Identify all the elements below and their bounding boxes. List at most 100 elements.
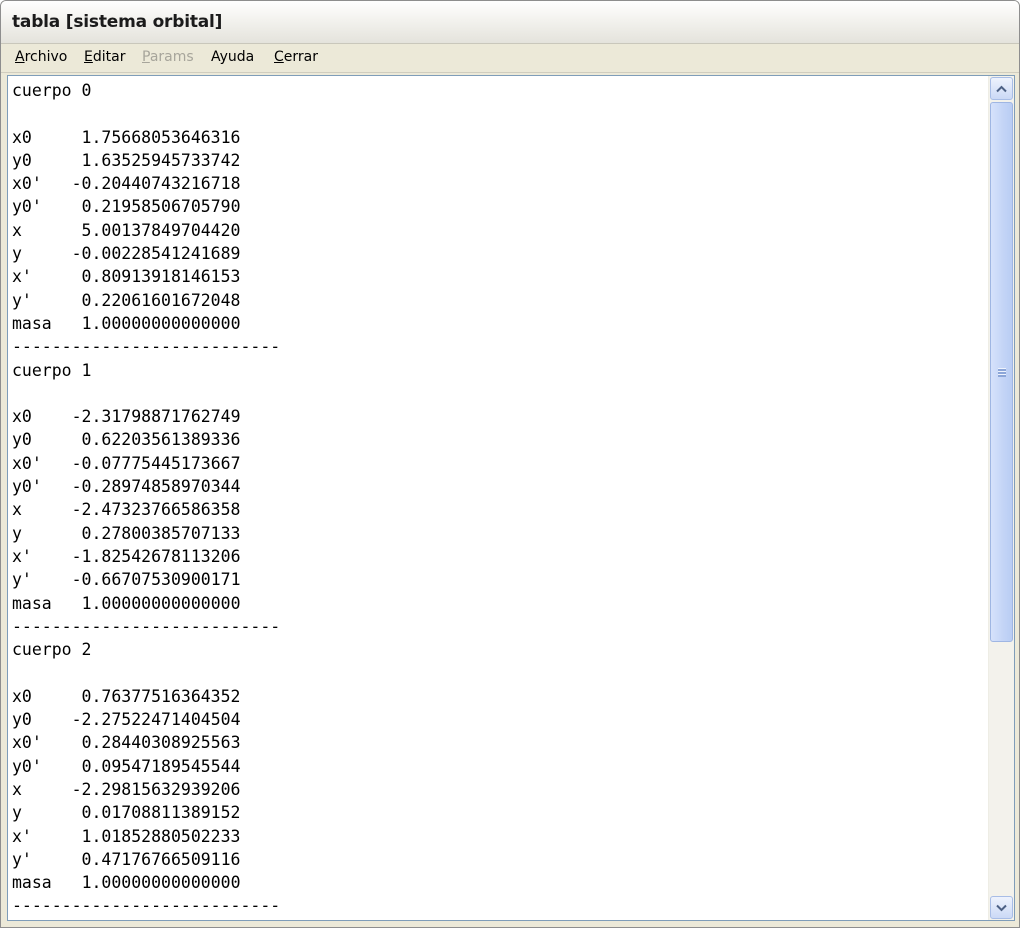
row-value: -0.28974858970344 [71,477,241,497]
value-row: masa 1.00000000000000 [12,314,241,333]
value-row: y 0.01708811389152 [12,803,241,822]
menu-ayuda[interactable]: Ayuda [211,49,254,65]
row-label: x [12,220,22,240]
row-value: 1.00000000000000 [81,593,241,613]
row-value: -0.00228541241689 [71,244,241,264]
separator: --------------------------- [12,337,281,357]
value-row: y0' 0.21958506705790 [12,197,241,216]
value-row: y' 0.22061601672048 [12,291,241,310]
value-row: x0 0.76377516364352 [12,687,241,706]
row-label: y0' [12,756,42,776]
row-label: y' [12,290,32,310]
row-value: 0.22061601672048 [81,290,241,310]
row-label: x [12,779,22,799]
value-row: masa 1.00000000000000 [12,594,241,613]
row-label: masa [12,313,52,333]
arrow-down-icon [996,904,1007,911]
value-row: x0 1.75668053646316 [12,128,241,147]
row-label: x0' [12,174,42,194]
menu-params-label: arams [149,49,194,65]
menu-params-accel: P [142,49,150,65]
window-title: tabla [sistema orbital] [12,12,223,32]
value-row: x0' 0.28440308925563 [12,733,241,752]
scroll-thumb[interactable] [990,102,1013,642]
value-row: x -2.47323766586358 [12,500,241,519]
row-value: -0.07775445173667 [71,453,241,473]
row-label: x0 [12,686,32,706]
row-label: x0 [12,127,32,147]
menu-archivo-accel: A [15,49,25,65]
body-header: cuerpo 0 [12,81,92,100]
menu-bar: Archivo Editar Params Ayuda Cerrar [1,44,1019,73]
menu-archivo[interactable]: Archivo [15,49,67,65]
value-row: y' 0.47176766509116 [12,850,241,869]
row-value: 0.01708811389152 [81,803,241,823]
body-header: cuerpo 1 [12,360,92,380]
row-value: 0.47176766509116 [81,849,241,869]
row-value: 1.63525945733742 [81,150,241,170]
menu-cerrar-label: errar [283,49,318,65]
row-value: 5.00137849704420 [81,220,241,240]
row-value: 0.76377516364352 [81,686,241,706]
menu-cerrar-accel: C [274,49,284,65]
arrow-up-icon [996,85,1007,92]
value-row: x0 -2.31798871762749 [12,407,241,426]
row-label: y0' [12,197,42,217]
grip-icon [997,367,1006,377]
value-row: x -2.29815632939206 [12,780,241,799]
menu-editar-label: ditar [92,49,126,65]
row-label: y0 [12,430,32,450]
title-bar[interactable]: tabla [sistema orbital] [1,1,1019,44]
scroll-down-button[interactable] [990,896,1013,919]
vertical-scrollbar[interactable] [988,76,1014,920]
value-row: x' 1.01852880502233 [12,827,241,846]
value-row: x' 0.80913918146153 [12,267,241,286]
row-value: -2.47323766586358 [71,500,241,520]
row-label: y' [12,570,32,590]
row-label: y0 [12,150,32,170]
row-label: y0 [12,710,32,730]
menu-editar-accel: E [84,49,93,65]
text-content: cuerpo 0 x0 1.75668053646316 y0 1.635259… [12,79,982,918]
value-row: y0 0.62203561389336 [12,430,241,449]
value-row: y0 -2.27522471404504 [12,710,241,729]
row-value: 0.21958506705790 [81,197,241,217]
value-row: y' -0.66707530900171 [12,570,241,589]
output-textarea[interactable]: cuerpo 0 x0 1.75668053646316 y0 1.635259… [7,75,1015,921]
body-header: cuerpo 2 [12,640,92,660]
value-row: y 0.27800385707133 [12,524,241,543]
row-value: -0.20440743216718 [71,174,241,194]
row-value: -2.27522471404504 [71,710,241,730]
value-row: x0' -0.20440743216718 [12,174,241,193]
row-value: 1.01852880502233 [81,826,241,846]
row-label: y [12,523,22,543]
value-row: x 5.00137849704420 [12,221,241,240]
menu-editar[interactable]: Editar [84,49,125,65]
row-label: masa [12,593,52,613]
value-row: y -0.00228541241689 [12,244,241,263]
row-label: x' [12,826,32,846]
row-value: 1.00000000000000 [81,873,241,893]
row-value: 1.00000000000000 [81,313,241,333]
row-label: x' [12,267,32,287]
row-value: -2.31798871762749 [71,407,241,427]
menu-archivo-label: rchivo [24,49,68,65]
row-value: -0.66707530900171 [71,570,241,590]
row-value: 0.09547189545544 [81,756,241,776]
row-label: y [12,244,22,264]
row-label: masa [12,873,52,893]
row-value: 1.75668053646316 [81,127,241,147]
row-value: -1.82542678113206 [71,546,241,566]
row-label: x0' [12,453,42,473]
value-row: y0 1.63525945733742 [12,151,241,170]
row-value: 0.80913918146153 [81,267,241,287]
app-window: tabla [sistema orbital] Archivo Editar P… [0,0,1020,928]
row-label: y' [12,849,32,869]
row-label: y0' [12,477,42,497]
separator: --------------------------- [12,616,281,636]
row-value: 0.27800385707133 [81,523,241,543]
scroll-up-button[interactable] [990,77,1013,100]
menu-ayuda-label: Ayuda [211,49,255,65]
row-label: y [12,803,22,823]
menu-cerrar[interactable]: Cerrar [274,49,318,65]
